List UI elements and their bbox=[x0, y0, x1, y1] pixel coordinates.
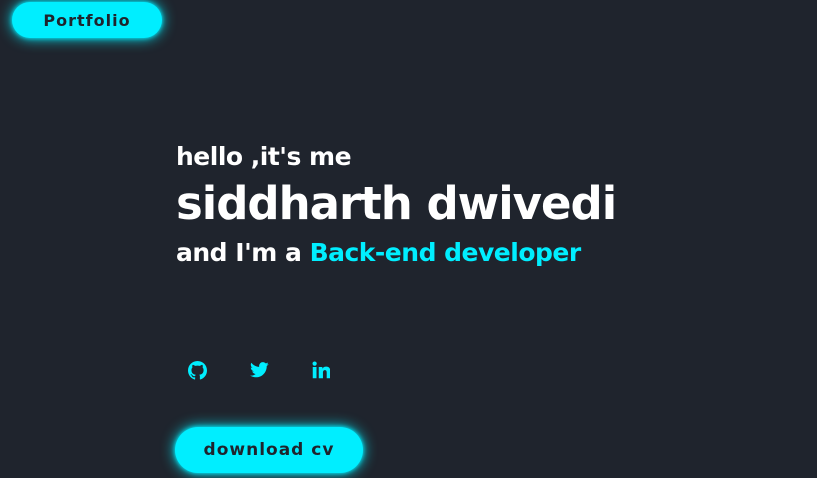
role-prefix: and I'm a bbox=[176, 238, 310, 267]
download-cv-label: download cv bbox=[203, 440, 335, 460]
github-link[interactable] bbox=[186, 359, 208, 381]
linkedin-icon bbox=[312, 361, 330, 379]
linkedin-link[interactable] bbox=[310, 359, 332, 381]
hero-section: hello ,it's me siddharth dwivedi and I'm… bbox=[176, 140, 617, 272]
name-heading: siddharth dwivedi bbox=[176, 177, 617, 230]
portfolio-page: Portfolio hello ,it's me siddharth dwive… bbox=[0, 0, 817, 478]
logo-label: Portfolio bbox=[43, 10, 131, 30]
portfolio-logo-button[interactable]: Portfolio bbox=[12, 2, 162, 38]
github-icon bbox=[187, 360, 207, 380]
greeting-text: hello ,it's me bbox=[176, 142, 352, 171]
role-text: and I'm a Back-end developer bbox=[176, 234, 616, 272]
twitter-link[interactable] bbox=[248, 359, 270, 381]
social-links bbox=[186, 359, 332, 381]
role-highlight: Back-end developer bbox=[309, 238, 582, 267]
twitter-icon bbox=[249, 362, 269, 378]
download-cv-button[interactable]: download cv bbox=[175, 427, 363, 473]
